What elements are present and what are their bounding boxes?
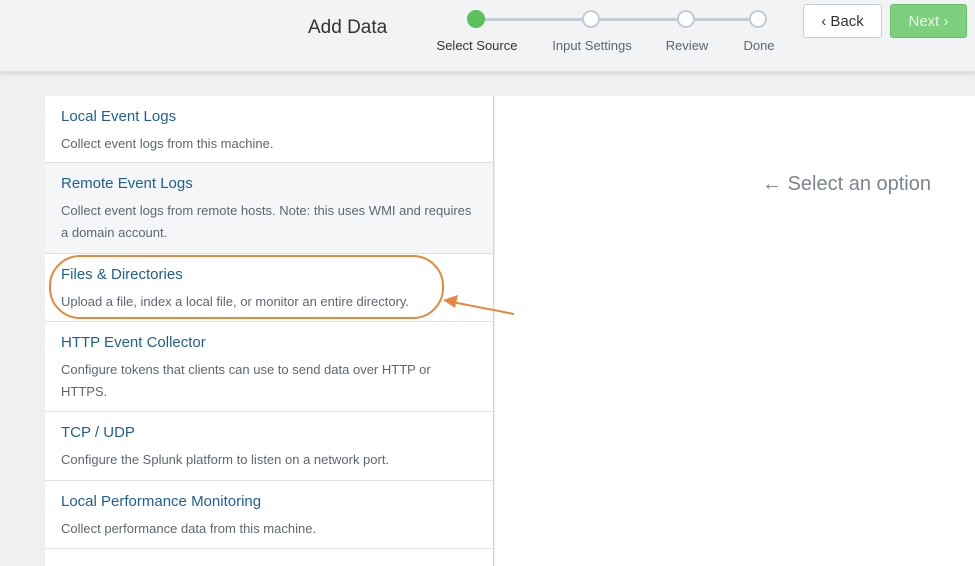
source-desc: Collect performance data from this machi… bbox=[61, 521, 317, 536]
step-label: Select Source bbox=[436, 38, 518, 53]
back-button[interactable]: ‹ Back bbox=[803, 4, 882, 38]
source-desc: Configure the Splunk platform to listen … bbox=[61, 452, 390, 467]
next-button[interactable]: Next › bbox=[890, 4, 967, 38]
page-title: Add Data bbox=[308, 17, 388, 38]
source-name: Local Event Logs bbox=[61, 108, 177, 125]
source-desc: Configure tokens that clients can use to… bbox=[61, 362, 431, 399]
source-name: Files & Directories bbox=[61, 266, 183, 283]
chevron-left-icon: ‹ bbox=[821, 12, 831, 30]
select-option-prompt: ← Select an option bbox=[762, 173, 931, 196]
step-dot-input-settings bbox=[582, 10, 600, 28]
prompt-text: Select an option bbox=[787, 173, 931, 195]
source-name: Remote Event Logs bbox=[61, 175, 193, 192]
chevron-right-icon: › bbox=[939, 12, 949, 30]
source-item-http-event-collector[interactable]: HTTP Event Collector Configure tokens tha… bbox=[45, 322, 493, 412]
step-label: Input Settings bbox=[552, 38, 632, 53]
step-dot-review bbox=[677, 10, 695, 28]
step-dot-done bbox=[749, 10, 767, 28]
source-item-local-performance-monitoring[interactable]: Local Performance Monitoring Collect perf… bbox=[45, 481, 493, 549]
back-label: Back bbox=[830, 12, 864, 30]
source-item-files-directories[interactable]: Files & Directories Upload a file, index … bbox=[45, 254, 493, 322]
source-desc: Collect event logs from remote hosts. No… bbox=[61, 203, 472, 240]
source-name: HTTP Event Collector bbox=[61, 334, 206, 351]
source-item-remote-event-logs[interactable]: Remote Event Logs Collect event logs from… bbox=[45, 163, 493, 254]
source-item-tcp-udp[interactable]: TCP / UDP Configure the Splunk platform t… bbox=[45, 412, 493, 481]
arrow-left-icon: ← bbox=[762, 173, 788, 195]
source-item-local-event-logs[interactable]: Local Event Logs Collect event logs from … bbox=[45, 96, 493, 163]
step-line bbox=[476, 18, 758, 21]
step-dot-select-source bbox=[467, 10, 485, 28]
step-progress: Select Source Input Settings Review Done bbox=[430, 8, 790, 58]
source-desc: Collect event logs from this machine. bbox=[61, 136, 274, 151]
detail-panel bbox=[495, 96, 975, 566]
source-name: TCP / UDP bbox=[61, 424, 135, 441]
next-label: Next bbox=[908, 12, 940, 30]
source-list: Local Event Logs Collect event logs from … bbox=[45, 96, 494, 566]
source-name: Local Performance Monitoring bbox=[61, 493, 262, 510]
step-label: Done bbox=[743, 38, 775, 53]
step-label: Review bbox=[665, 38, 709, 53]
source-desc: Upload a file, index a local file, or mo… bbox=[61, 294, 410, 309]
header: Add Data Select Source Input Settings Re… bbox=[0, 0, 975, 73]
